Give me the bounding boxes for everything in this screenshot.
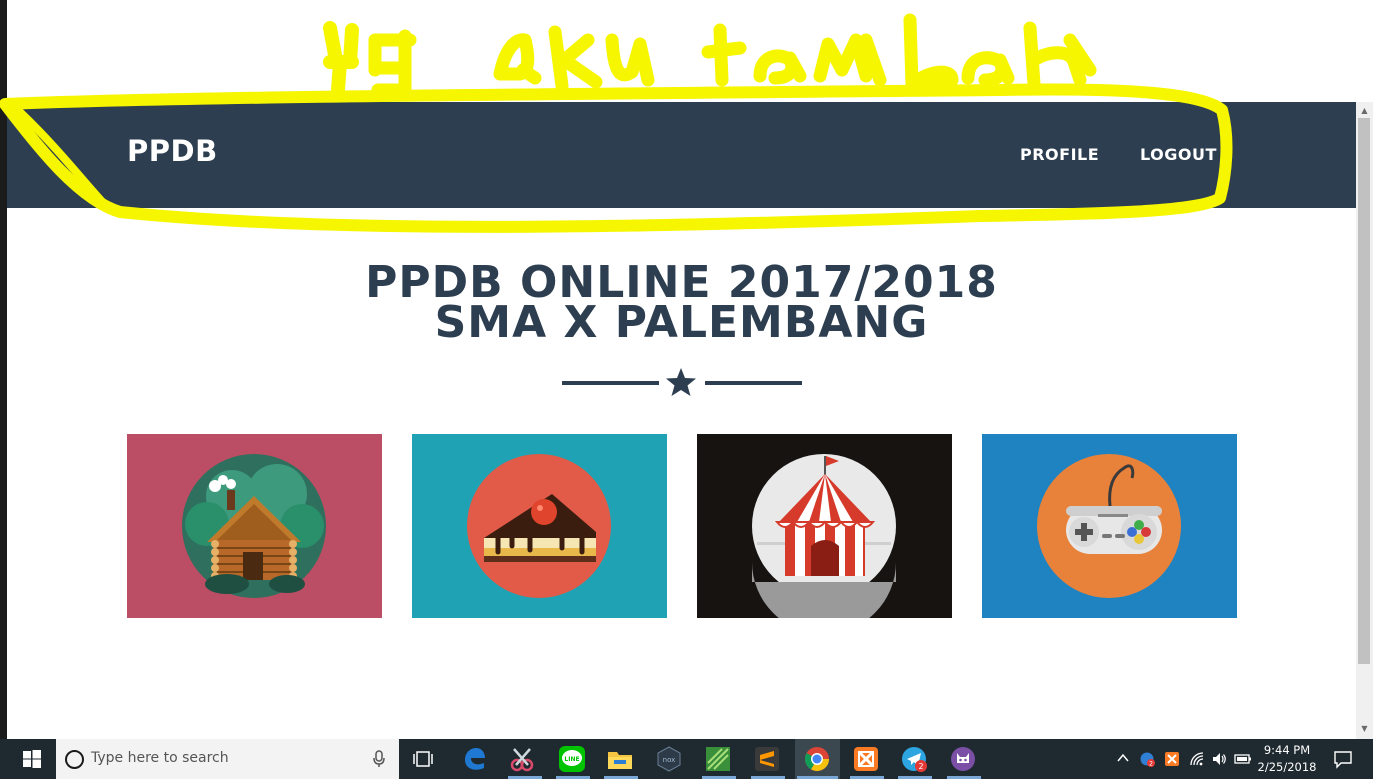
chrome-icon[interactable] <box>803 745 831 773</box>
system-tray: 2 <box>1114 739 1251 779</box>
chevron-up-icon[interactable] <box>1117 753 1129 763</box>
brand-logo[interactable]: PPDB <box>127 134 218 168</box>
taskbar: Type here to search LINE nox 2 2 9:44 PM… <box>0 739 1373 779</box>
window-edge <box>0 0 7 779</box>
telegram-badge: 2 <box>918 762 923 771</box>
taskbar-clock[interactable]: 9:44 PM 2/25/2018 <box>1251 742 1323 776</box>
search-placeholder: Type here to search <box>91 750 229 766</box>
cabin-icon <box>127 434 382 618</box>
edge-icon[interactable] <box>460 745 488 773</box>
sublime-text-icon[interactable] <box>753 745 781 773</box>
tray-badge: 2 <box>1149 761 1153 768</box>
svg-text:nox: nox <box>663 756 676 764</box>
nav-profile-link[interactable]: PROFILE <box>1020 145 1099 164</box>
circus-tent-icon <box>697 434 952 618</box>
file-explorer-icon[interactable] <box>606 745 634 773</box>
microphone-icon[interactable] <box>372 750 386 768</box>
nox-icon[interactable]: nox <box>655 745 683 773</box>
divider-line-left <box>562 381 659 385</box>
scroll-up-arrow-icon[interactable]: ▲ <box>1356 106 1373 118</box>
telegram-icon[interactable]: 2 <box>900 745 928 773</box>
game-controller-icon <box>982 434 1237 618</box>
xampp-icon[interactable] <box>852 745 880 773</box>
taskbar-search-box[interactable]: Type here to search <box>56 739 399 779</box>
portfolio-item-circus[interactable] <box>697 434 952 618</box>
wifi-icon[interactable] <box>1189 751 1205 767</box>
volume-icon[interactable] <box>1211 751 1227 767</box>
line-icon[interactable]: LINE <box>558 745 586 773</box>
tray-app-icon[interactable]: 2 <box>1139 751 1155 767</box>
scroll-down-arrow-icon[interactable]: ▼ <box>1356 724 1373 736</box>
portfolio-item-cake[interactable] <box>412 434 667 618</box>
star-icon <box>666 368 696 396</box>
screen: PPDB PROFILE LOGOUT PPDB ONLINE 2017/201… <box>0 0 1373 779</box>
portfolio-item-game[interactable] <box>982 434 1237 618</box>
vertical-scrollbar[interactable]: ▲ ▼ <box>1356 102 1373 739</box>
nav-logout-link[interactable]: LOGOUT <box>1140 145 1217 164</box>
clock-date: 2/25/2018 <box>1257 760 1317 774</box>
divider-line-right <box>705 381 802 385</box>
cake-icon <box>412 434 667 618</box>
battery-icon[interactable] <box>1234 752 1252 766</box>
windows-start-icon[interactable] <box>12 739 52 779</box>
snipping-tool-icon[interactable] <box>508 745 536 773</box>
cat-app-icon[interactable] <box>949 745 977 773</box>
portfolio-item-cabin[interactable] <box>127 434 382 618</box>
cortana-icon <box>65 750 84 769</box>
excel-like-icon[interactable] <box>704 745 732 773</box>
xampp-tray-icon[interactable] <box>1164 751 1180 767</box>
clock-time: 9:44 PM <box>1263 743 1311 757</box>
scroll-thumb[interactable] <box>1358 118 1370 664</box>
svg-text:LINE: LINE <box>564 756 579 763</box>
navbar: PPDB PROFILE LOGOUT <box>7 102 1356 208</box>
page-title-line2: SMA X PALEMBANG <box>434 297 929 348</box>
action-center-icon[interactable] <box>1333 749 1353 769</box>
task-view-icon[interactable] <box>413 749 433 769</box>
